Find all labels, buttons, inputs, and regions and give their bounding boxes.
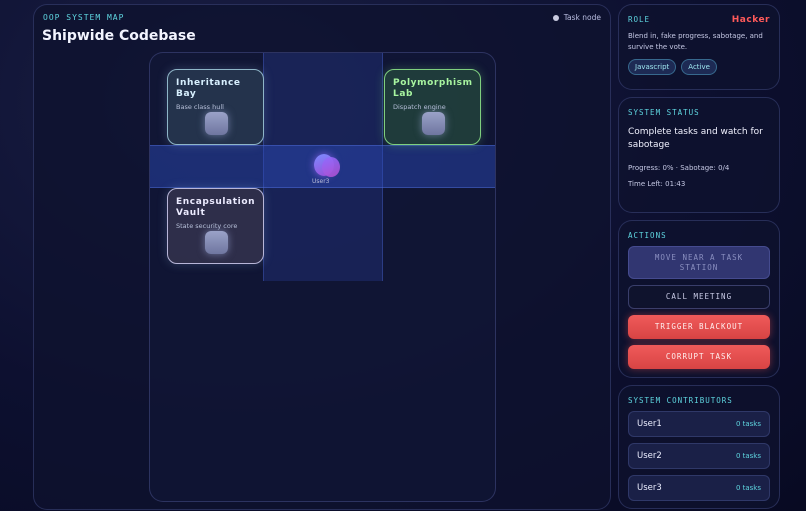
contributors-section-label: System Contributors bbox=[628, 396, 733, 405]
corrupt-task-button[interactable]: Corrupt Task bbox=[628, 345, 770, 369]
map-board[interactable]: Inheritance Bay Base class hull Polymorp… bbox=[149, 52, 496, 502]
task-node-icon[interactable] bbox=[205, 112, 228, 135]
actions-panel: Actions Move near a task station Call Me… bbox=[618, 220, 780, 378]
tag-status: Active bbox=[681, 59, 717, 75]
contributor-row[interactable]: User3 0 tasks bbox=[628, 475, 770, 501]
role-description: Blend in, fake progress, sabotage, and s… bbox=[628, 32, 763, 51]
contributor-row[interactable]: User1 0 tasks bbox=[628, 411, 770, 437]
status-section-label: System Status bbox=[628, 108, 700, 117]
status-progress: Progress: 0% · Sabotage: 0/4 bbox=[628, 164, 730, 172]
map-title: Shipwide Codebase bbox=[42, 28, 196, 44]
station-subtitle: Dispatch engine bbox=[393, 103, 446, 111]
contributor-task-count: 0 tasks bbox=[735, 452, 761, 460]
legend: Task node bbox=[552, 13, 601, 22]
station-subtitle: Base class hull bbox=[176, 103, 224, 111]
role-tags: Javascript Active bbox=[628, 59, 770, 75]
status-time-left: Time Left: 01:43 bbox=[628, 180, 686, 188]
contributors-panel: System Contributors User1 0 tasks User2 … bbox=[618, 385, 780, 509]
status-panel: System Status Complete tasks and watch f… bbox=[618, 97, 780, 213]
move-near-station-button[interactable]: Move near a task station bbox=[628, 246, 770, 279]
contributor-task-count: 0 tasks bbox=[735, 484, 761, 492]
trigger-blackout-button[interactable]: Trigger Blackout bbox=[628, 315, 770, 339]
station-name: Polymorphism Lab bbox=[393, 78, 473, 99]
call-meeting-button[interactable]: Call Meeting bbox=[628, 285, 770, 309]
station-inheritance-bay[interactable]: Inheritance Bay Base class hull bbox=[167, 69, 264, 145]
role-value: Hacker bbox=[731, 15, 770, 25]
legend-label: Task node bbox=[563, 13, 601, 22]
contributor-name: User1 bbox=[637, 419, 662, 429]
role-panel: Role Hacker Blend in, fake progress, sab… bbox=[618, 4, 780, 90]
station-polymorphism-lab[interactable]: Polymorphism Lab Dispatch engine bbox=[384, 69, 481, 145]
map-panel: OOP System Map Task node Shipwide Codeba… bbox=[33, 4, 611, 510]
contributor-name: User2 bbox=[637, 451, 662, 461]
contributor-row[interactable]: User2 0 tasks bbox=[628, 443, 770, 469]
contributor-name: User3 bbox=[637, 483, 662, 493]
player-avatar-shadow-icon bbox=[322, 157, 340, 177]
actions-section-label: Actions bbox=[628, 231, 667, 240]
task-node-icon[interactable] bbox=[205, 231, 228, 254]
status-headline: Complete tasks and watch for sabotage bbox=[628, 127, 763, 150]
tag-language: Javascript bbox=[628, 59, 677, 75]
task-node-icon[interactable] bbox=[422, 112, 445, 135]
station-subtitle: State security core bbox=[176, 222, 238, 230]
player-label: User3 bbox=[312, 178, 330, 185]
contributor-task-count: 0 tasks bbox=[735, 420, 761, 428]
player-avatar[interactable]: User3 bbox=[312, 154, 342, 185]
station-name: Inheritance Bay bbox=[176, 78, 241, 99]
station-encapsulation-vault[interactable]: Encapsulation Vault State security core bbox=[167, 188, 264, 264]
task-node-dot-icon bbox=[552, 14, 559, 21]
map-section-label: OOP System Map bbox=[43, 13, 125, 22]
station-name: Encapsulation Vault bbox=[176, 197, 256, 218]
